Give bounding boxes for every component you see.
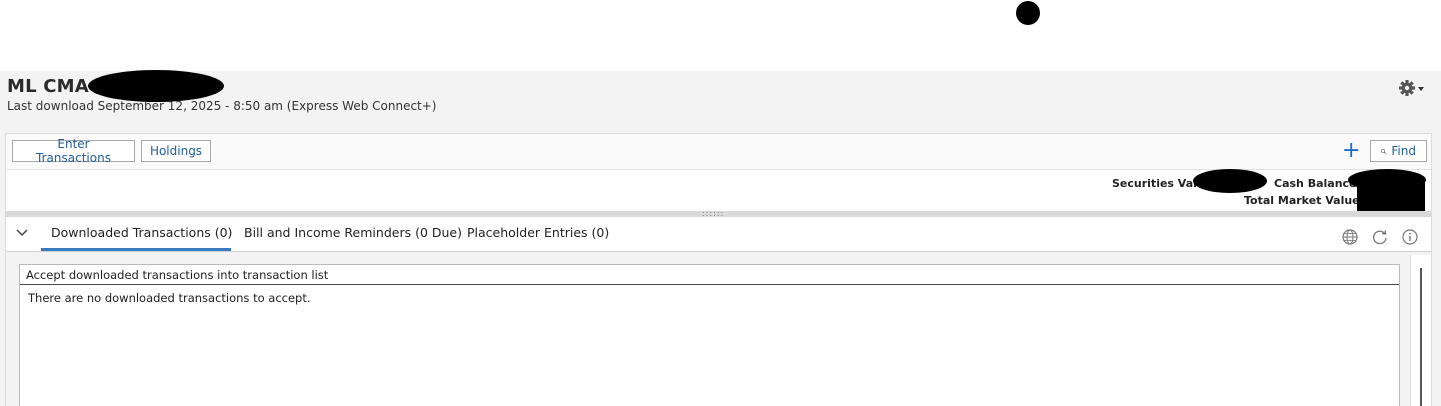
tab-placeholder-entries[interactable]: Placeholder Entries (0): [467, 225, 609, 240]
black-dot-artifact: [1016, 1, 1040, 25]
empty-list-message: There are no downloaded transactions to …: [28, 291, 311, 305]
redaction-mark: [104, 84, 210, 98]
downloaded-transactions-list: [19, 264, 1400, 406]
tab-downloaded-transactions[interactable]: Downloaded Transactions (0): [51, 225, 232, 240]
gear-icon[interactable]: [1398, 78, 1426, 98]
find-button[interactable]: Find: [1370, 140, 1427, 162]
active-tab-indicator: [41, 248, 231, 251]
find-label: Find: [1391, 144, 1416, 158]
enter-transactions-button[interactable]: Enter Transactions: [12, 137, 135, 165]
info-icon[interactable]: [1401, 228, 1419, 246]
account-title: ML CMA: [7, 76, 89, 97]
chevron-down-icon[interactable]: [15, 227, 29, 239]
globe-icon[interactable]: [1341, 228, 1359, 246]
redaction-mark: [1357, 183, 1425, 211]
scrollbar-thumb[interactable]: [1420, 268, 1422, 406]
plus-icon[interactable]: +: [1342, 140, 1360, 162]
holdings-button[interactable]: Holdings: [141, 140, 211, 162]
last-download-info: Last download September 12, 2025 - 8:50 …: [7, 99, 437, 113]
list-header: Accept downloaded transactions into tran…: [20, 265, 1399, 285]
tab-bill-income-reminders[interactable]: Bill and Income Reminders (0 Due): [244, 225, 462, 240]
magnifier-icon: [1381, 148, 1387, 154]
redaction-mark: [1193, 169, 1267, 193]
total-market-value-label: Total Market Value:: [1244, 194, 1365, 207]
refresh-icon[interactable]: [1371, 228, 1389, 246]
